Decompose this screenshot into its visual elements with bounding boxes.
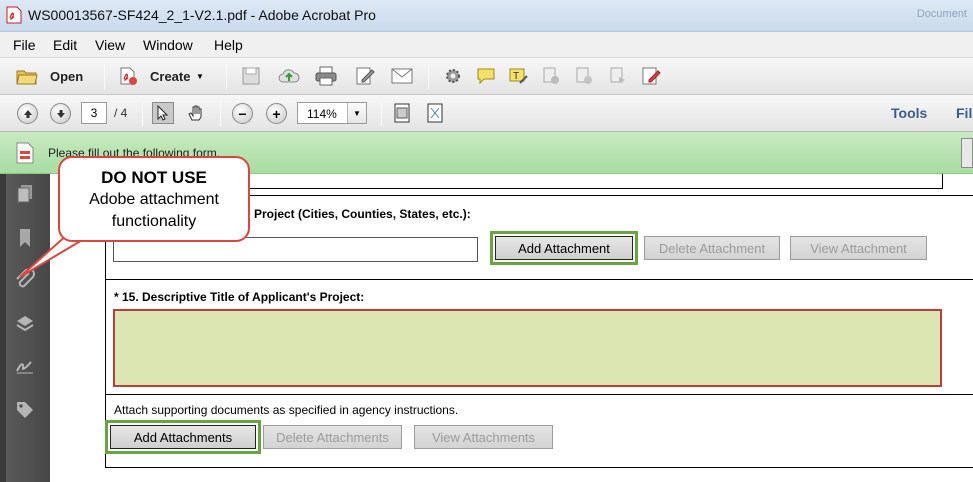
minus-icon: − <box>238 105 247 122</box>
window-ghost-text: Document <box>916 8 967 20</box>
create-pdf-icon[interactable] <box>117 65 139 87</box>
remove-icon[interactable] <box>540 65 562 87</box>
add-attachment-button[interactable]: Add Attachment <box>495 236 633 260</box>
menu-file[interactable]: File <box>13 37 36 53</box>
project-title-textarea[interactable] <box>113 309 942 387</box>
select-tool-icon[interactable] <box>152 102 174 124</box>
open-folder-icon[interactable] <box>16 65 38 87</box>
menu-edit[interactable]: Edit <box>53 37 77 53</box>
chevron-down-icon[interactable]: ▼ <box>347 103 366 123</box>
pdf-file-icon <box>6 6 22 24</box>
attach-file-icon[interactable] <box>573 65 595 87</box>
callout-warning: DO NOT USE Adobe attachment functionalit… <box>58 156 250 242</box>
page-number-input[interactable]: 3 <box>81 102 107 124</box>
delete-attachment-button[interactable]: Delete Attachment <box>644 236 780 260</box>
email-icon[interactable] <box>391 65 413 87</box>
plus-icon: + <box>272 105 281 122</box>
toolbar-divider <box>142 101 143 126</box>
divider <box>105 394 973 395</box>
page-total: / 4 <box>114 106 128 120</box>
tools-pane-link[interactable]: Tools <box>891 105 927 121</box>
left-navigation-pane <box>0 174 50 482</box>
next-page-button[interactable] <box>50 103 71 124</box>
q15-label: * 15. Descriptive Title of Applicant's P… <box>114 290 365 304</box>
menu-window[interactable]: Window <box>143 37 193 53</box>
main-toolbar: Open Create ▼ T <box>0 58 973 95</box>
add-attachments-button[interactable]: Add Attachments <box>110 425 256 449</box>
callout-line-3: functionality <box>111 213 197 230</box>
fill-sign-pane-link[interactable]: Fil <box>956 105 972 121</box>
send-file-icon[interactable] <box>607 65 629 87</box>
view-attachments-button[interactable]: View Attachments <box>414 425 553 449</box>
supporting-documents-instructions: Attach supporting documents as specified… <box>114 403 459 417</box>
comment-icon[interactable] <box>475 65 497 87</box>
toolbar-divider <box>226 64 227 89</box>
layers-icon[interactable] <box>13 311 37 335</box>
upload-cloud-icon[interactable] <box>278 65 300 87</box>
gear-icon[interactable] <box>442 65 464 87</box>
tag-icon[interactable] <box>13 398 37 422</box>
toolbar-divider <box>104 64 105 89</box>
form-document-icon <box>16 142 34 164</box>
view-attachment-button[interactable]: View Attachment <box>790 236 927 260</box>
title-bar: WS00013567-SF424_2_1-V2.1.pdf - Adobe Ac… <box>0 0 973 32</box>
navigation-toolbar: 3 / 4 − + 114% ▼ Tools Fil <box>0 95 973 132</box>
open-button[interactable]: Open <box>50 69 83 84</box>
previous-page-button[interactable] <box>17 103 38 124</box>
zoom-in-button[interactable]: + <box>266 103 287 124</box>
divider <box>105 279 973 280</box>
zoom-select[interactable]: 114% ▼ <box>297 102 367 124</box>
arrow-up-icon <box>23 109 32 118</box>
fit-page-icon[interactable] <box>391 102 413 124</box>
menu-help[interactable]: Help <box>214 37 243 53</box>
create-dropdown-icon[interactable]: ▼ <box>196 72 204 81</box>
hand-tool-icon[interactable] <box>185 102 207 124</box>
form-bar-side-button[interactable] <box>961 138 973 168</box>
window-title: WS00013567-SF424_2_1-V2.1.pdf - Adobe Ac… <box>28 7 376 23</box>
delete-attachments-button[interactable]: Delete Attachments <box>263 425 402 449</box>
arrow-down-icon <box>56 109 65 118</box>
create-button[interactable]: Create <box>150 69 190 84</box>
nav-strip <box>0 174 6 482</box>
print-icon[interactable] <box>315 65 337 87</box>
toolbar-divider <box>428 64 429 89</box>
edit-document-icon[interactable] <box>354 65 376 87</box>
toolbar-divider <box>220 101 221 126</box>
zoom-value: 114% <box>307 107 337 121</box>
highlight-text-icon[interactable]: T <box>507 65 529 87</box>
sign-document-icon[interactable] <box>640 65 662 87</box>
callout-line-1: DO NOT USE <box>101 168 207 187</box>
menu-view[interactable]: View <box>95 37 125 53</box>
svg-text:T: T <box>513 71 519 82</box>
zoom-out-button[interactable]: − <box>232 103 253 124</box>
save-icon[interactable] <box>240 65 262 87</box>
toolbar-divider <box>381 101 382 126</box>
menu-bar: File Edit View Window Help <box>0 32 973 58</box>
q14-label: Project (Cities, Counties, States, etc.)… <box>254 207 471 221</box>
full-screen-icon[interactable] <box>424 102 446 124</box>
callout-line-2: Adobe attachment <box>89 191 219 208</box>
signatures-icon[interactable] <box>13 354 37 378</box>
page-thumbnails-icon[interactable] <box>13 182 37 206</box>
